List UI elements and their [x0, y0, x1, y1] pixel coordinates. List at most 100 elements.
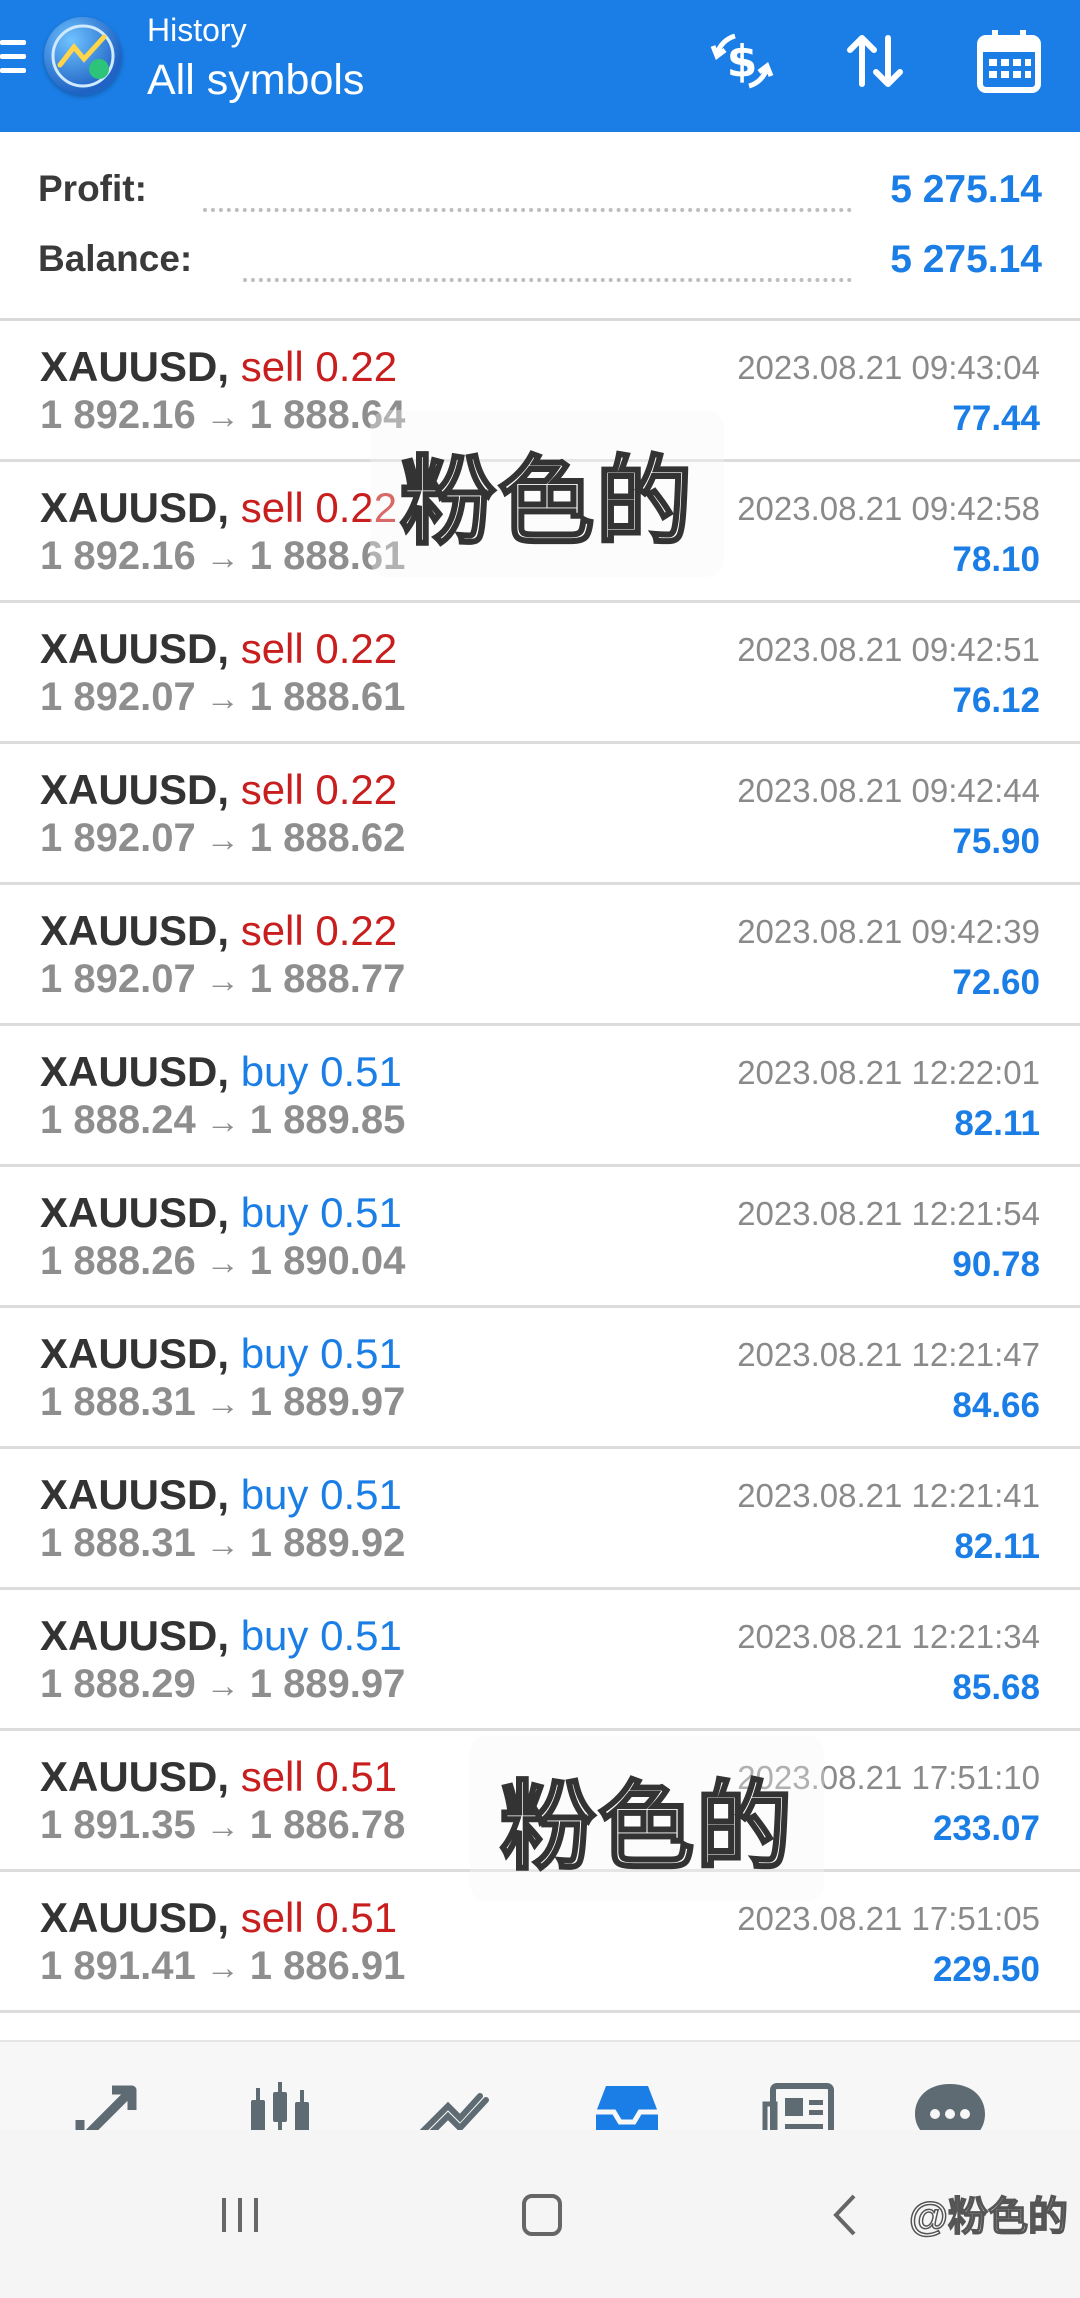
deal-symbol: XAUUSD, buy 0.51: [40, 1048, 402, 1096]
deal-row[interactable]: XAUUSD, buy 0.51 1 888.29 → 1 889.97 2023.08…: [0, 1590, 1080, 1731]
system-navigation-bar: @粉色的: [0, 2130, 1080, 2298]
balance-row: Balance: 5 275.14: [38, 238, 1042, 298]
deal-profit: 82.11: [954, 1104, 1040, 1143]
deal-time: 2023.08.21 09:42:39: [737, 913, 1040, 950]
symbol-name: XAUUSD,: [40, 625, 230, 672]
deal-prices: 1 892.07 → 1 888.62: [40, 816, 405, 861]
deal-symbol: XAUUSD, sell 0.22: [40, 343, 397, 391]
open-price: 1 892.16: [40, 393, 196, 437]
deal-symbol: XAUUSD, buy 0.51: [40, 1330, 402, 1378]
deal-prices: 1 888.26 → 1 890.04: [40, 1239, 405, 1284]
deal-prices: 1 892.07 → 1 888.77: [40, 957, 405, 1002]
open-price: 1 892.07: [40, 675, 196, 719]
deal-profit: 77.44: [952, 399, 1040, 438]
deal-profit: 76.12: [952, 681, 1040, 720]
deal-symbol: XAUUSD, sell 0.22: [40, 907, 397, 955]
close-price: 1 888.61: [249, 675, 406, 719]
deal-row[interactable]: XAUUSD, buy 0.51 1 888.31 → 1 889.97 2023.08…: [0, 1308, 1080, 1449]
close-price: 1 889.97: [249, 1380, 406, 1424]
svg-text:$: $: [727, 36, 758, 87]
header-title[interactable]: All symbols: [147, 56, 364, 105]
close-price: 1 886.78: [249, 1803, 406, 1847]
deal-prices: 1 888.31 → 1 889.92: [40, 1521, 405, 1566]
deal-time: 2023.08.21 17:51:05: [737, 1900, 1040, 1937]
close-price: 1 889.85: [249, 1098, 406, 1142]
open-price: 1 891.35: [40, 1803, 196, 1847]
open-price: 1 888.29: [40, 1662, 196, 1706]
header-subtitle: History: [147, 12, 247, 48]
deal-row[interactable]: XAUUSD, buy 0.51 1 888.24 → 1 889.85 2023.08…: [0, 1026, 1080, 1167]
deal-row[interactable]: XAUUSD, sell 0.22 1 892.07 → 1 888.62 2023.0…: [0, 744, 1080, 885]
sort-icon[interactable]: [838, 24, 912, 98]
app-logo: [44, 17, 122, 95]
deal-symbol: XAUUSD, sell 0.22: [40, 484, 397, 532]
open-price: 1 888.31: [40, 1380, 196, 1424]
currency-exchange-icon[interactable]: $: [705, 24, 779, 98]
back-icon[interactable]: [826, 2190, 866, 2245]
balance-dots: [243, 238, 852, 282]
arrow-icon: →: [205, 1244, 240, 1282]
watermark-text: 粉色的: [370, 410, 724, 577]
deal-profit: 72.60: [952, 963, 1040, 1002]
deal-side: sell 0.22: [240, 625, 398, 672]
deal-time: 2023.08.21 12:21:54: [737, 1195, 1040, 1232]
symbol-name: XAUUSD,: [40, 1048, 230, 1095]
deal-symbol: XAUUSD, sell 0.22: [40, 625, 397, 673]
deal-profit: 75.90: [952, 822, 1040, 861]
calendar-icon[interactable]: [972, 24, 1046, 98]
deal-time: 2023.08.21 12:21:34: [737, 1618, 1040, 1655]
deal-symbol: XAUUSD, sell 0.22: [40, 766, 397, 814]
account-summary: Profit: 5 275.14 Balance: 5 275.14: [0, 132, 1080, 321]
deal-prices: 1 891.35 → 1 886.78: [40, 1803, 405, 1848]
balance-label: Balance:: [38, 238, 193, 279]
home-icon[interactable]: [518, 2190, 566, 2245]
deal-prices: 1 892.07 → 1 888.61: [40, 675, 405, 720]
open-price: 1 888.31: [40, 1521, 196, 1565]
arrow-icon: →: [205, 1667, 240, 1705]
arrow-icon: →: [205, 1385, 240, 1423]
open-price: 1 891.41: [40, 1944, 196, 1988]
arrow-icon: →: [205, 398, 240, 436]
deal-side: sell 0.51: [240, 1894, 398, 1941]
arrow-icon: →: [205, 539, 240, 577]
arrow-icon: →: [205, 821, 240, 859]
watermark-text: 粉色的: [470, 1735, 824, 1902]
open-price: 1 892.07: [40, 957, 196, 1001]
open-price: 1 888.24: [40, 1098, 196, 1142]
deal-side: buy 0.51: [240, 1189, 402, 1236]
close-price: 1 889.92: [249, 1521, 406, 1565]
deal-row[interactable]: XAUUSD, buy 0.51 1 888.31 → 1 889.92 2023.08…: [0, 1449, 1080, 1590]
open-price: 1 892.07: [40, 816, 196, 860]
deal-profit: 78.10: [952, 540, 1040, 579]
deal-side: sell 0.22: [240, 766, 398, 813]
deal-profit: 229.50: [932, 1950, 1040, 1989]
recent-apps-icon[interactable]: [218, 2190, 264, 2245]
deal-side: buy 0.51: [240, 1048, 402, 1095]
symbol-name: XAUUSD,: [40, 1894, 230, 1941]
deal-time: 2023.08.21 09:42:44: [737, 772, 1040, 809]
menu-icon[interactable]: [0, 40, 26, 80]
deal-profit: 233.07: [932, 1809, 1040, 1848]
deal-time: 2023.08.21 12:22:01: [737, 1054, 1040, 1091]
deal-symbol: XAUUSD, buy 0.51: [40, 1612, 402, 1660]
deal-time: 2023.08.21 09:42:58: [737, 490, 1040, 527]
deal-row[interactable]: XAUUSD, sell 0.22 1 892.07 → 1 888.61 2023.0…: [0, 603, 1080, 744]
symbol-name: XAUUSD,: [40, 1189, 230, 1236]
symbol-name: XAUUSD,: [40, 1612, 230, 1659]
profit-dots: [203, 168, 852, 212]
open-price: 1 888.26: [40, 1239, 196, 1283]
deal-prices: 1 888.29 → 1 889.97: [40, 1662, 405, 1707]
symbol-name: XAUUSD,: [40, 766, 230, 813]
close-price: 1 886.91: [249, 1944, 406, 1988]
close-price: 1 888.77: [249, 957, 406, 1001]
symbol-name: XAUUSD,: [40, 907, 230, 954]
balance-value: 5 275.14: [890, 238, 1042, 281]
deal-row[interactable]: XAUUSD, sell 0.22 1 892.07 → 1 888.77 2023.0…: [0, 885, 1080, 1026]
symbol-name: XAUUSD,: [40, 343, 230, 390]
close-price: 1 888.62: [249, 816, 406, 860]
deal-row[interactable]: XAUUSD, buy 0.51 1 888.26 → 1 890.04 2023.08…: [0, 1167, 1080, 1308]
deal-prices: 1 892.16 → 1 888.61: [40, 534, 405, 579]
symbol-name: XAUUSD,: [40, 1471, 230, 1518]
deal-side: sell 0.22: [240, 343, 398, 390]
deal-prices: 1 888.24 → 1 889.85: [40, 1098, 405, 1143]
